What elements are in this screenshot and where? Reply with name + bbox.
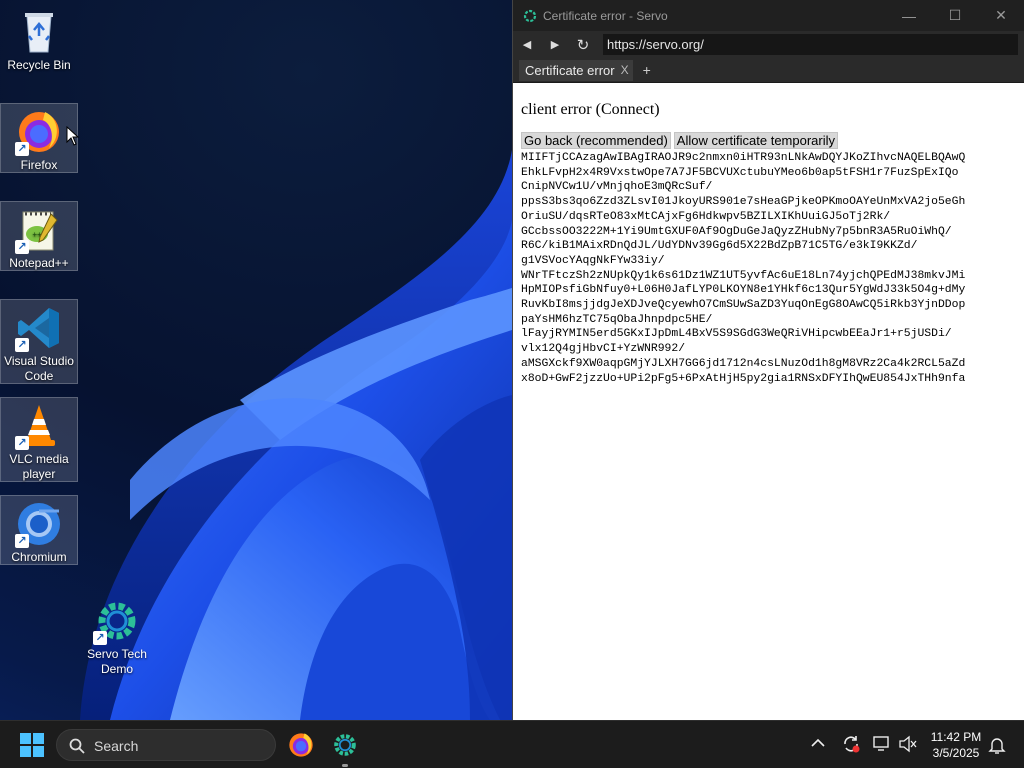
taskbar-search[interactable]: Search — [56, 729, 276, 761]
minimize-icon: — — [902, 7, 916, 24]
certificate-line: HpMIOPsfiGbNfuy0+L06H0JafLYP0LKOYN8e1YHk… — [521, 284, 966, 297]
forward-button[interactable]: ▶ — [541, 31, 569, 58]
certificate-line: aMSGXckf9XW0aqpGMjYJLXH7GG6jd1712n4csLNu… — [521, 357, 966, 370]
desktop-icon-chromium[interactable]: ↗ Chromium — [0, 495, 78, 565]
certificate-line: GCcbssOO3222M+1Yi9UmtGXUF0Af9OgDuGeJaQyz… — [521, 225, 952, 238]
servo-app-icon — [523, 9, 537, 22]
reload-icon: ↻ — [576, 36, 590, 54]
system-clock[interactable]: 11:42 PM 3/5/2025 — [928, 729, 984, 761]
recycle-bin-icon — [15, 8, 63, 56]
desktop-icon-label: Firefox — [20, 158, 58, 172]
back-arrow-icon: ◀ — [522, 39, 532, 51]
network-icon[interactable] — [872, 735, 892, 753]
tab-label: Certificate error — [525, 62, 615, 78]
tab-certificate-error[interactable]: Certificate error X — [519, 59, 633, 81]
certificate-line: ppsS3bs3qo6Zzd3ZLsvI01JkoyURS901e7sHeaGP… — [521, 196, 966, 209]
certificate-line: R6C/kiB1MAixRDnQdJL/UdYDNv39Gg6d5X22BdZp… — [521, 240, 918, 253]
taskbar: Search 11:42 PM 3/5/2025 — [0, 720, 1024, 768]
shortcut-arrow-icon: ↗ — [15, 338, 29, 352]
shortcut-arrow-icon: ↗ — [15, 142, 29, 156]
desktop-icon-vscode[interactable]: ↗ Visual Studio Code — [0, 299, 78, 384]
desktop-icon-label: Visual Studio Code — [4, 354, 74, 383]
certificate-line: g1VSVocYAqgNkFYw33iy/ — [521, 254, 665, 267]
desktop-icon-vlc[interactable]: ↗ VLC media player — [0, 397, 78, 482]
certificate-line: paYsHM6hzTC75qObaJhnpdpc5HE/ — [521, 313, 713, 326]
servo-icon — [334, 734, 356, 756]
desktop-icon-notepad-plus-plus[interactable]: ++ ↗ Notepad++ — [0, 201, 78, 271]
tab-bar: Certificate error X + — [513, 58, 1024, 83]
close-button[interactable]: ✕ — [978, 0, 1024, 31]
certificate-line: CnipNVCw1U/vMnjqhoE3mQRcSuf/ — [521, 181, 713, 194]
servo-icon: ↗ — [93, 597, 141, 645]
window-title: Certificate error - Servo — [543, 8, 668, 23]
shortcut-arrow-icon: ↗ — [93, 631, 107, 645]
running-indicator — [342, 764, 348, 767]
notepad-plus-plus-icon: ++ ↗ — [15, 206, 63, 254]
desktop-icon-label: Notepad++ — [9, 256, 69, 270]
vlc-icon: ↗ — [15, 402, 63, 450]
desktop-icon-label: VLC media player — [9, 452, 69, 481]
mouse-cursor-icon — [66, 126, 80, 146]
servo-browser-window: Certificate error - Servo — ☐ ✕ ◀ ▶ ↻ Ce… — [512, 0, 1024, 720]
back-button[interactable]: ◀ — [513, 31, 541, 58]
allow-certificate-button[interactable]: Allow certificate temporarily — [673, 132, 838, 149]
navigation-bar: ◀ ▶ ↻ — [513, 31, 1024, 58]
address-bar[interactable] — [603, 34, 1018, 55]
close-icon: ✕ — [995, 7, 1007, 23]
volume-muted-icon[interactable] — [898, 735, 918, 753]
title-bar[interactable]: Certificate error - Servo — ☐ ✕ — [513, 0, 1024, 31]
clock-time: 11:42 PM — [930, 730, 982, 744]
shortcut-arrow-icon: ↗ — [15, 436, 29, 450]
certificate-line: lFayjRYMIN5erd5GKxIJpDmL4BxV5S9SGdG3WeQR… — [521, 328, 952, 341]
certificate-line: WNrTFtczSh2zNUpkQy1k6s61Dz1WZ1UT5yvfAc6u… — [521, 269, 966, 282]
certificate-line: vlx12Q4gjHbvCI+YzWNR992/ — [521, 343, 686, 356]
maximize-icon: ☐ — [948, 7, 962, 23]
firefox-icon — [289, 733, 313, 757]
desktop-icon-servo-tech-demo[interactable]: ↗ Servo Tech Demo — [78, 593, 156, 678]
go-back-button[interactable]: Go back (recommended) — [521, 132, 671, 149]
certificate-line: x8oD+GwF2jzzUo+UPi2pFg5+6PxAtHjH5py2gia1… — [521, 372, 966, 385]
clock-date: 3/5/2025 — [932, 746, 980, 760]
desktop-icon-recycle-bin[interactable]: Recycle Bin — [0, 4, 78, 76]
firefox-icon: ↗ — [15, 108, 63, 156]
search-icon — [69, 738, 85, 754]
taskbar-firefox[interactable] — [287, 731, 315, 759]
notification-bell-icon[interactable] — [988, 735, 1006, 755]
action-buttons: Go back (recommended) Allow certificate t… — [521, 132, 1024, 150]
new-tab-button[interactable]: + — [643, 62, 651, 78]
vscode-icon: ↗ — [15, 304, 63, 352]
desktop-icon-label: Servo Tech Demo — [87, 647, 147, 676]
desktop-icon-label: Recycle Bin — [7, 58, 71, 72]
windows-start-icon[interactable] — [20, 733, 44, 757]
tab-close-icon[interactable]: X — [621, 60, 629, 81]
certificate-line: MIIFTjCCAzagAwIBAgIRAOJR9c2nmxn0iHTR93nL… — [521, 152, 966, 164]
error-heading: client error (Connect) — [521, 101, 660, 118]
sync-icon[interactable] — [841, 734, 861, 754]
chromium-icon: ↗ — [15, 500, 63, 548]
search-label: Search — [94, 738, 139, 754]
shortcut-arrow-icon: ↗ — [15, 240, 29, 254]
minimize-button[interactable]: — — [886, 0, 932, 31]
certificate-line: OriuSU/dqsRTeO83xMtCAjxFg6Hdkwpv5BZILXIK… — [521, 210, 891, 223]
certificate-line: RuvKbI8msjjdgJeXDJveQcyewhO7CmSUwSaZD3Yu… — [521, 299, 966, 312]
shortcut-arrow-icon: ↗ — [15, 534, 29, 548]
reload-button[interactable]: ↻ — [569, 31, 597, 58]
desktop-icon-label: Chromium — [11, 550, 67, 564]
page-content: client error (Connect) Go back (recommen… — [513, 83, 1024, 720]
forward-arrow-icon: ▶ — [550, 39, 560, 51]
maximize-button[interactable]: ☐ — [932, 0, 978, 31]
certificate-text: MIIFTjCCAzagAwIBAgIRAOJR9c2nmxn0iHTR93nL… — [521, 151, 1024, 386]
chevron-up-icon[interactable] — [811, 738, 825, 748]
taskbar-servo[interactable] — [331, 731, 359, 767]
certificate-line: EhkLFvpH2x4R9VxstwOpe7A7JF5BCVUXctubuYMe… — [521, 166, 959, 179]
